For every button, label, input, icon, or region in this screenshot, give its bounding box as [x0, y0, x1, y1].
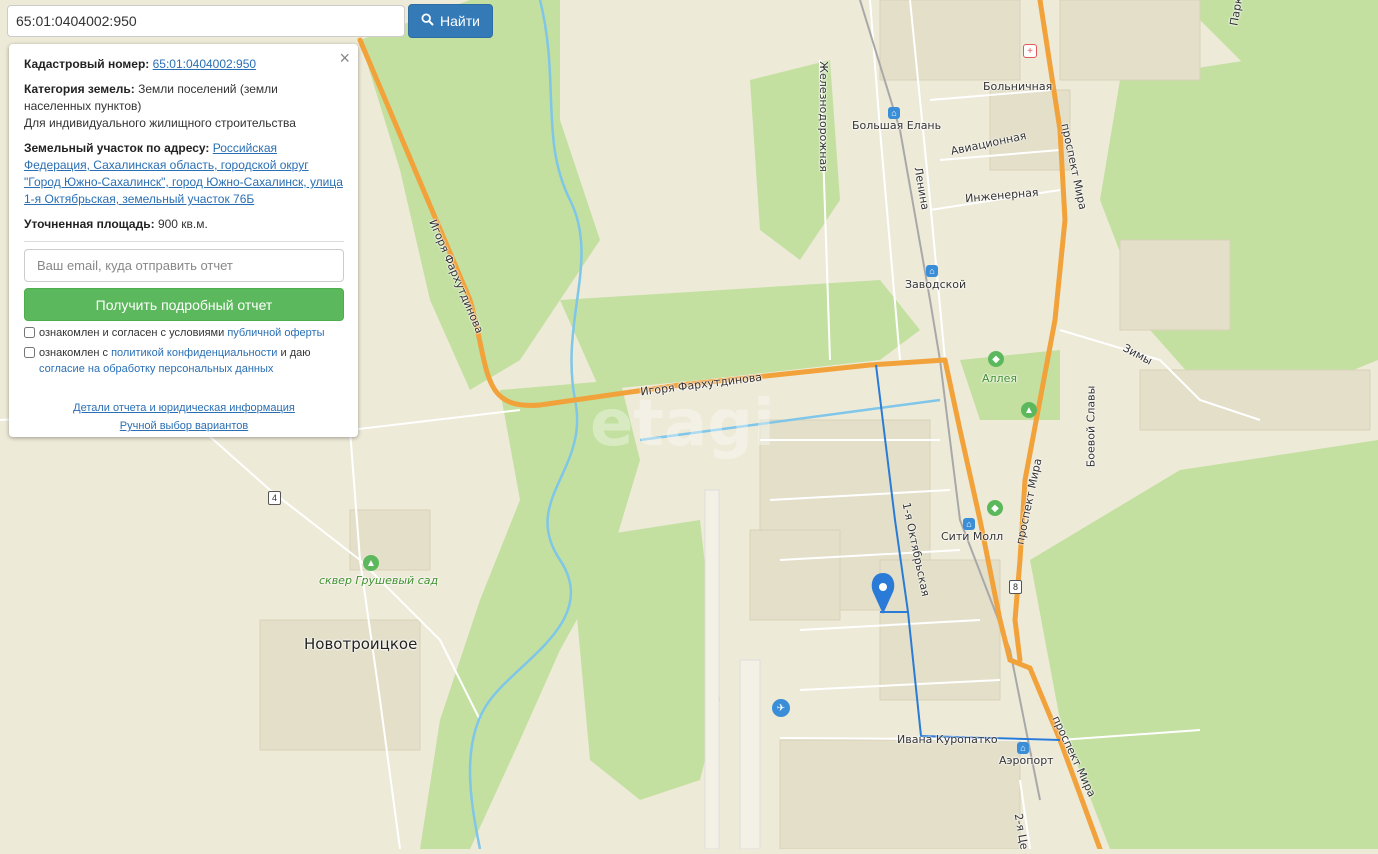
cadastral-row: Кадастровый номер: 65:01:0404002:950	[24, 56, 344, 73]
bus-stop-icon[interactable]: ⌂	[1017, 742, 1029, 754]
label-boevoy-slavy: Боевой Славы	[1084, 385, 1098, 468]
search-bar: Найти	[7, 4, 493, 38]
park-icon[interactable]: ▲	[1021, 402, 1037, 418]
route-shield-8: 8	[1009, 580, 1022, 594]
cadastral-label: Кадастровый номер:	[24, 57, 150, 71]
report-details-link[interactable]: Детали отчета и юридическая информация	[73, 399, 295, 417]
shopping-icon[interactable]: ◆	[988, 351, 1004, 367]
search-button[interactable]: Найти	[408, 4, 493, 38]
public-offer-link[interactable]: публичной оферты	[227, 327, 324, 339]
email-field[interactable]	[24, 249, 344, 282]
consent-offer-checkbox[interactable]	[24, 327, 35, 338]
category-row: Категория земель: Земли поселений (земли…	[24, 81, 344, 132]
search-button-label: Найти	[440, 13, 480, 29]
get-report-button[interactable]: Получить подробный отчет	[24, 288, 344, 321]
consent-privacy-checkbox[interactable]	[24, 347, 35, 358]
address-label: Земельный участок по адресу:	[24, 141, 210, 155]
label-novotroitskoe: Новотроицкое	[304, 635, 418, 653]
cadastral-number-link[interactable]: 65:01:0404002:950	[153, 57, 256, 71]
label-bolshaya-elan: Большая Елань	[852, 119, 942, 132]
area-label: Уточненная площадь:	[24, 217, 155, 231]
close-icon[interactable]: ×	[339, 49, 350, 67]
divider	[24, 241, 344, 242]
parcel-info-panel: × Кадастровый номер: 65:01:0404002:950 К…	[9, 44, 358, 437]
address-row: Земельный участок по адресу: Российская …	[24, 140, 344, 208]
consent-offer: ознакомлен и согласен с условиями публич…	[24, 325, 344, 341]
usage-value: Для индивидуального жилищного строительс…	[24, 116, 296, 130]
data-processing-consent-link[interactable]: согласие на обработку персональных данны…	[39, 363, 273, 375]
consent-privacy: ознакомлен с политикой конфиденциальност…	[24, 345, 344, 377]
label-aeroport: Аэропорт	[999, 754, 1054, 767]
label-alleya: Аллея	[982, 372, 1017, 385]
privacy-policy-link[interactable]: политикой конфиденциальности	[111, 347, 277, 359]
search-icon	[421, 13, 434, 29]
category-label: Категория земель:	[24, 82, 135, 96]
park-icon[interactable]: ▲	[363, 555, 379, 571]
bottom-links: Детали отчета и юридическая информация Р…	[24, 399, 344, 435]
consent-privacy-text: ознакомлен с	[39, 347, 112, 359]
label-siti-moll: Сити Молл	[941, 530, 1004, 543]
manual-selection-link[interactable]: Ручной выбор вариантов	[120, 417, 248, 435]
area-row: Уточненная площадь: 900 кв.м.	[24, 216, 344, 233]
label-zavodskoy: Заводской	[905, 278, 967, 291]
shopping-icon[interactable]: ◆	[987, 500, 1003, 516]
label-bolnichnaya: Больничная	[983, 80, 1053, 93]
watermark: etagi	[590, 387, 775, 461]
route-shield-4: 4	[268, 491, 281, 505]
label-skver-grushevy-sad: сквер Грушевый сад	[319, 574, 439, 587]
search-input[interactable]	[7, 5, 405, 37]
consent-offer-text: ознакомлен и согласен с условиями	[39, 327, 228, 339]
bus-stop-icon[interactable]: ⌂	[888, 107, 900, 119]
label-ivana-kuropatko: Ивана Куропатко	[897, 733, 998, 746]
bus-stop-icon[interactable]: ⌂	[963, 518, 975, 530]
label-zheleznodorozhnaya: Железнодорожная	[816, 61, 830, 172]
bus-stop-icon[interactable]: ⌂	[926, 265, 938, 277]
hospital-icon[interactable]: +	[1023, 44, 1037, 58]
airport-icon[interactable]: ✈	[772, 699, 790, 717]
area-value: 900 кв.м.	[157, 217, 208, 231]
consent-privacy-mid: и даю	[277, 347, 311, 359]
